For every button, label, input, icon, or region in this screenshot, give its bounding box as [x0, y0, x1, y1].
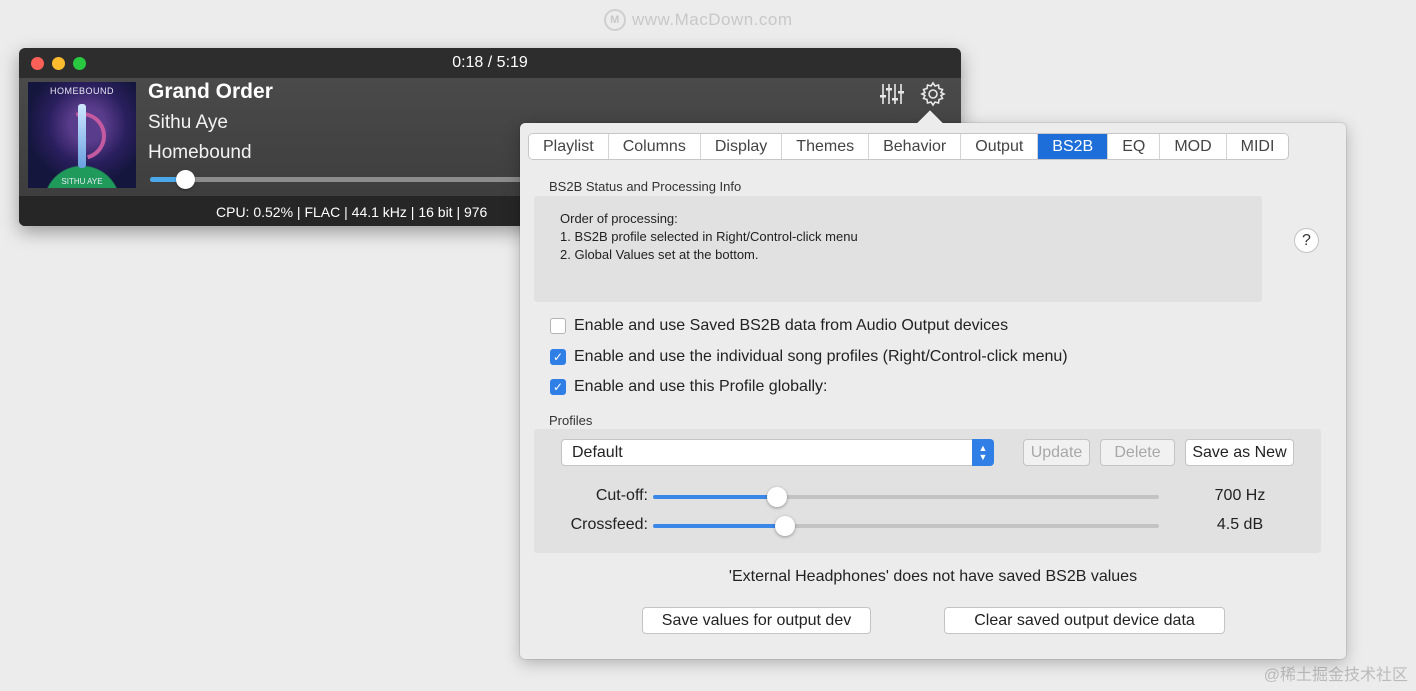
- tab-bs2b[interactable]: BS2B: [1038, 134, 1109, 159]
- player-toolbar: [877, 80, 947, 108]
- save-as-new-button[interactable]: Save as New: [1185, 439, 1294, 466]
- track-album: Homebound: [148, 142, 252, 163]
- watermark-text: www.MacDown.com: [632, 10, 793, 29]
- equalizer-icon[interactable]: [877, 80, 905, 108]
- checkbox-label: Enable and use the individual song profi…: [574, 348, 1068, 365]
- tab-columns[interactable]: Columns: [608, 134, 701, 159]
- song-profiles-checkbox-row[interactable]: ✓ Enable and use the individual song pro…: [550, 348, 1068, 366]
- profiles-title: Profiles: [549, 413, 593, 428]
- player-titlebar: 0:18 / 5:19: [19, 48, 961, 78]
- crossfeed-slider-knob[interactable]: [775, 516, 795, 536]
- tab-themes[interactable]: Themes: [782, 134, 870, 159]
- profile-select-value: Default: [572, 444, 623, 461]
- bs2b-status-title: BS2B Status and Processing Info: [549, 179, 742, 194]
- preferences-popover: Playlist Columns Display Themes Behavior Outp…: [520, 110, 1346, 659]
- tab-playlist[interactable]: Playlist: [529, 134, 609, 159]
- tab-display[interactable]: Display: [700, 134, 783, 159]
- update-button[interactable]: Update: [1023, 439, 1090, 466]
- crossfeed-value: 4.5 dB: [1216, 516, 1264, 533]
- tab-eq[interactable]: EQ: [1108, 134, 1161, 159]
- global-profile-checkbox-row[interactable]: ✓ Enable and use this Profile globally:: [550, 378, 828, 396]
- macdown-logo-icon: M: [604, 9, 626, 31]
- cutoff-slider[interactable]: [653, 487, 1159, 507]
- gear-icon[interactable]: [919, 80, 947, 108]
- album-art-tower: [78, 104, 86, 168]
- info-line: Order of processing:: [560, 211, 678, 226]
- info-line: 1. BS2B profile selected in Right/Contro…: [560, 229, 858, 244]
- checkbox-label: Enable and use this Profile globally:: [574, 378, 828, 395]
- watermark-corner: @稀土掘金技术社区: [1263, 667, 1408, 684]
- saved-output-data-checkbox[interactable]: [550, 318, 566, 334]
- tab-output[interactable]: Output: [961, 134, 1039, 159]
- tab-mod[interactable]: MOD: [1160, 134, 1227, 159]
- seek-slider[interactable]: [150, 170, 530, 189]
- track-title: Grand Order: [148, 80, 273, 103]
- cutoff-label: Cut-off:: [595, 487, 648, 504]
- crossfeed-slider-fill: [653, 524, 785, 528]
- song-profiles-checkbox[interactable]: ✓: [550, 349, 566, 365]
- tab-behavior[interactable]: Behavior: [869, 134, 962, 159]
- cutoff-value: 700 Hz: [1214, 487, 1266, 504]
- output-device-notice: 'External Headphones' does not have save…: [728, 568, 1138, 585]
- saved-output-data-checkbox-row[interactable]: Enable and use Saved BS2B data from Audi…: [550, 317, 1008, 335]
- info-line: 2. Global Values set at the bottom.: [560, 247, 759, 262]
- profile-select[interactable]: Default ▲ ▼: [561, 439, 994, 466]
- tab-midi[interactable]: MIDI: [1226, 134, 1289, 159]
- cutoff-slider-knob[interactable]: [767, 487, 787, 507]
- watermark-site: M www.MacDown.com: [604, 8, 793, 32]
- album-art[interactable]: HOMEBOUND SITHU AYE: [28, 82, 136, 188]
- crossfeed-slider[interactable]: [653, 516, 1159, 536]
- track-artist: Sithu Aye: [148, 112, 228, 133]
- seek-slider-knob[interactable]: [176, 170, 195, 189]
- album-art-title: HOMEBOUND: [49, 86, 114, 96]
- cutoff-slider-fill: [653, 495, 777, 499]
- help-button[interactable]: ?: [1294, 228, 1319, 253]
- clear-saved-output-button[interactable]: Clear saved output device data: [944, 607, 1225, 634]
- chevron-updown-icon[interactable]: ▲ ▼: [972, 439, 994, 466]
- global-profile-checkbox[interactable]: ✓: [550, 379, 566, 395]
- preferences-tabs: Playlist Columns Display Themes Behavior Outp…: [528, 133, 1290, 160]
- delete-button[interactable]: Delete: [1100, 439, 1175, 466]
- bs2b-info-box: Order of processing: 1. BS2B profile sel…: [534, 196, 1262, 302]
- profiles-box: Default ▲ ▼ Update Delete Save as New Cut…: [534, 429, 1321, 553]
- playback-time: 0:18 / 5:19: [452, 54, 528, 71]
- crossfeed-label: Crossfeed:: [570, 516, 648, 533]
- save-values-output-button[interactable]: Save values for output dev: [642, 607, 871, 634]
- album-art-artist: SITHU AYE: [61, 177, 103, 186]
- checkbox-label: Enable and use Saved BS2B data from Audi…: [574, 317, 1009, 334]
